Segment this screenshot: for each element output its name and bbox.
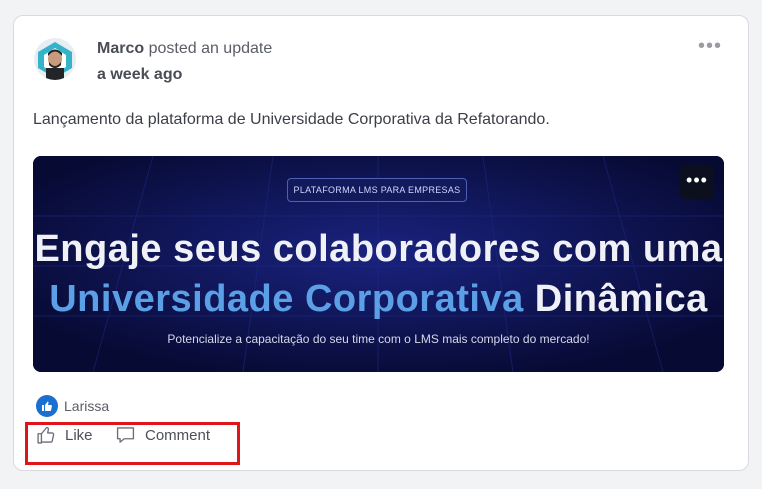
author-name[interactable]: Marco xyxy=(97,40,144,57)
post-author-line: Marco posted an update xyxy=(97,40,272,58)
avatar[interactable] xyxy=(34,38,76,80)
thumbs-up-outline-icon xyxy=(37,426,55,444)
reaction-user-name[interactable]: Larissa xyxy=(64,398,109,414)
post-image-banner[interactable]: ••• PLATAFORMA LMS PARA EMPRESAS Engaje … xyxy=(33,156,724,372)
like-button[interactable]: Like xyxy=(36,425,93,445)
like-label: Like xyxy=(65,426,93,444)
comment-icon xyxy=(116,427,135,443)
banner-headline-tail: Dinâmica xyxy=(534,278,708,320)
more-horizontal-icon: ••• xyxy=(697,35,722,57)
more-horizontal-icon: ••• xyxy=(686,170,708,190)
comment-button[interactable]: Comment xyxy=(115,425,210,445)
banner-headline-line1: Engaje seus colaboradores com uma xyxy=(34,228,723,270)
reactions-summary[interactable]: Larissa xyxy=(36,395,109,417)
image-more-options-button[interactable]: ••• xyxy=(680,165,714,199)
banner-headline-highlight: Universidade Corporativa xyxy=(49,278,524,320)
post-text: Lançamento da plataforma de Universidade… xyxy=(33,111,550,128)
activity-post-card: Marco posted an update a week ago ••• La… xyxy=(13,15,749,471)
comment-label: Comment xyxy=(145,426,211,444)
post-more-options-button[interactable]: ••• xyxy=(697,35,722,57)
post-action-text: posted an update xyxy=(148,40,273,57)
post-timestamp[interactable]: a week ago xyxy=(97,66,182,84)
banner-headline-line2: Universidade Corporativa Dinâmica xyxy=(33,278,724,321)
banner-subtitle: Potencialize a capacitação do seu time c… xyxy=(167,332,590,346)
banner-pill: PLATAFORMA LMS PARA EMPRESAS xyxy=(287,178,467,202)
thumbs-up-icon xyxy=(36,395,58,417)
